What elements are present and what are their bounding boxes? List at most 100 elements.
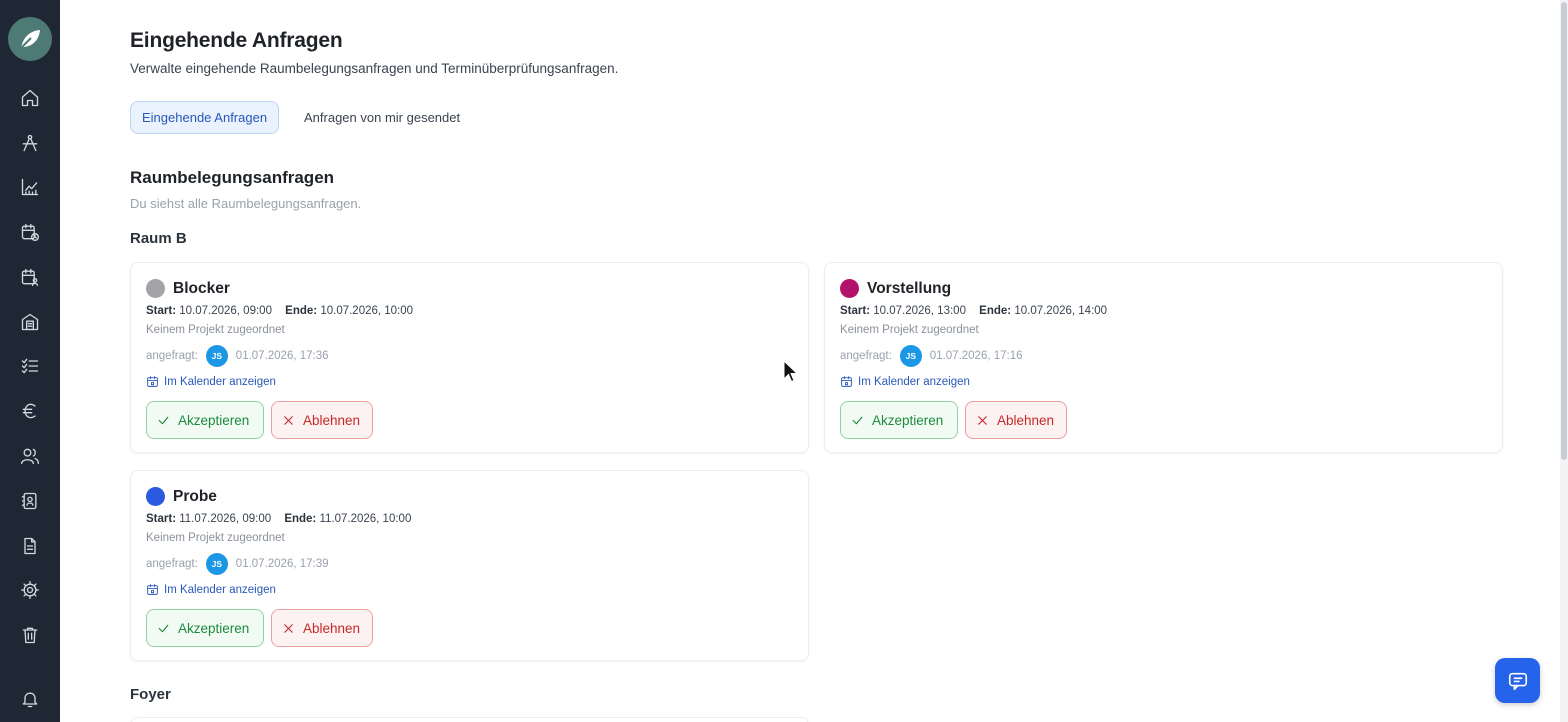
check-icon (158, 624, 169, 632)
tab-sent-requests[interactable]: Anfragen von mir gesendet (293, 101, 471, 134)
checklist-icon[interactable] (18, 354, 42, 378)
tab-incoming-requests[interactable]: Eingehende Anfragen (130, 101, 280, 134)
calendar-icon (147, 376, 158, 387)
start-value: 10.07.2026, 13:00 (873, 305, 966, 317)
requested-info: angefragt: JS 01.07.2026, 17:39 (146, 553, 329, 575)
building-icon[interactable] (18, 310, 42, 334)
users-icon[interactable] (18, 444, 42, 468)
avatar[interactable]: JS (205, 553, 228, 575)
document-icon[interactable] (18, 534, 42, 558)
close-icon (978, 415, 987, 425)
group-title-foyer: Foyer (130, 686, 171, 703)
project-info: Keinem Projekt zugeordnet (146, 324, 285, 336)
app-logo[interactable] (8, 17, 52, 61)
request-title: Probe (173, 487, 217, 505)
requested-info: angefragt: JS 01.07.2026, 17:16 (840, 345, 1023, 367)
calendar-clock-icon[interactable] (18, 220, 42, 244)
accept-button[interactable]: Akzeptieren (840, 401, 958, 439)
euro-icon[interactable] (18, 399, 42, 423)
trash-icon[interactable] (18, 623, 42, 647)
reject-button[interactable]: Ablehnen (965, 401, 1067, 439)
request-card (130, 717, 809, 722)
contacts-icon[interactable] (18, 489, 42, 513)
requested-label: angefragt: (840, 350, 892, 362)
show-in-calendar-label: Im Kalender anzeigen (858, 375, 970, 388)
mouse-cursor-icon (783, 360, 799, 383)
scrollbar-thumb[interactable] (1561, 2, 1567, 460)
reject-button[interactable]: Ablehnen (271, 609, 373, 647)
reject-label: Ablehnen (303, 620, 361, 636)
end-label: Ende: (284, 513, 317, 525)
start-label: Start: (146, 305, 177, 317)
accept-button[interactable]: Akzeptieren (146, 401, 264, 439)
end-value: 11.07.2026, 10:00 (319, 513, 412, 525)
accept-button[interactable]: Akzeptieren (146, 609, 264, 647)
card-header: Blocker (146, 279, 230, 298)
show-in-calendar-link[interactable]: Im Kalender anzeigen (146, 375, 276, 388)
start-label: Start: (840, 305, 871, 317)
compass-icon[interactable] (18, 131, 42, 155)
card-header: Probe (146, 487, 217, 506)
show-in-calendar-link[interactable]: Im Kalender anzeigen (146, 583, 276, 596)
card-header: Vorstellung (840, 279, 951, 298)
request-title: Vorstellung (867, 279, 952, 297)
requested-label: angefragt: (146, 558, 198, 570)
request-card: Probe Start: 11.07.2026, 09:00 Ende: 11.… (130, 470, 809, 661)
show-in-calendar-link[interactable]: Im Kalender anzeigen (840, 375, 970, 388)
accept-label: Akzeptieren (872, 412, 944, 428)
chat-button[interactable] (1495, 658, 1540, 703)
end-label: Ende: (979, 305, 1012, 317)
request-title: Blocker (173, 279, 230, 297)
reject-label: Ablehnen (997, 412, 1055, 428)
request-card: Blocker Start: 10.07.2026, 09:00 Ende: 1… (130, 262, 809, 453)
end-label: Ende: (285, 305, 318, 317)
show-in-calendar-label: Im Kalender anzeigen (164, 583, 276, 596)
project-info: Keinem Projekt zugeordnet (840, 324, 979, 336)
calendar-icon (841, 376, 852, 387)
section-title: Raumbelegungsanfragen (130, 168, 335, 187)
home-icon[interactable] (18, 86, 42, 110)
page-subtitle: Verwalte eingehende Raumbelegungsanfrage… (130, 61, 619, 76)
request-times: Start: 10.07.2026, 09:00 Ende: 10.07.202… (146, 305, 413, 317)
request-times: Start: 11.07.2026, 09:00 Ende: 11.07.202… (146, 513, 411, 525)
start-value: 10.07.2026, 09:00 (179, 305, 272, 317)
start-value: 11.07.2026, 09:00 (179, 513, 272, 525)
request-card: Vorstellung Start: 10.07.2026, 13:00 End… (824, 262, 1503, 453)
check-icon (852, 416, 863, 424)
reject-button[interactable]: Ablehnen (271, 401, 373, 439)
close-icon (284, 623, 293, 633)
request-times: Start: 10.07.2026, 13:00 Ende: 10.07.202… (840, 305, 1107, 317)
end-value: 10.07.2026, 14:00 (1014, 305, 1108, 317)
project-info: Keinem Projekt zugeordnet (146, 532, 285, 544)
avatar[interactable]: JS (899, 345, 922, 367)
requested-date: 01.07.2026, 17:36 (235, 350, 329, 362)
reject-label: Ablehnen (303, 412, 361, 428)
bell-icon[interactable] (18, 687, 42, 711)
end-value: 10.07.2026, 10:00 (320, 305, 414, 317)
start-label: Start: (146, 513, 177, 525)
accept-label: Akzeptieren (178, 412, 250, 428)
event-type-color-dot (146, 279, 165, 298)
scrollbar[interactable] (1560, 0, 1568, 722)
page-title: Eingehende Anfragen (130, 29, 343, 52)
chart-icon[interactable] (18, 175, 42, 199)
chat-icon (1508, 672, 1527, 690)
group-title-raum-b: Raum B (130, 230, 187, 247)
accept-label: Akzeptieren (178, 620, 250, 636)
gear-icon[interactable] (18, 578, 42, 602)
calendar-user-icon[interactable] (18, 265, 42, 289)
event-type-color-dot (840, 279, 859, 298)
show-in-calendar-label: Im Kalender anzeigen (164, 375, 276, 388)
avatar[interactable]: JS (205, 345, 228, 367)
close-icon (284, 415, 293, 425)
calendar-icon (147, 584, 158, 595)
check-icon (158, 416, 169, 424)
requested-date: 01.07.2026, 17:39 (235, 558, 329, 570)
requested-label: angefragt: (146, 350, 198, 362)
event-type-color-dot (146, 487, 165, 506)
leaf-icon (20, 30, 40, 49)
sidebar (0, 0, 60, 722)
section-subtitle: Du siehst alle Raumbelegungsanfragen. (130, 196, 362, 211)
requested-date: 01.07.2026, 17:16 (929, 350, 1023, 362)
requested-info: angefragt: JS 01.07.2026, 17:36 (146, 345, 329, 367)
